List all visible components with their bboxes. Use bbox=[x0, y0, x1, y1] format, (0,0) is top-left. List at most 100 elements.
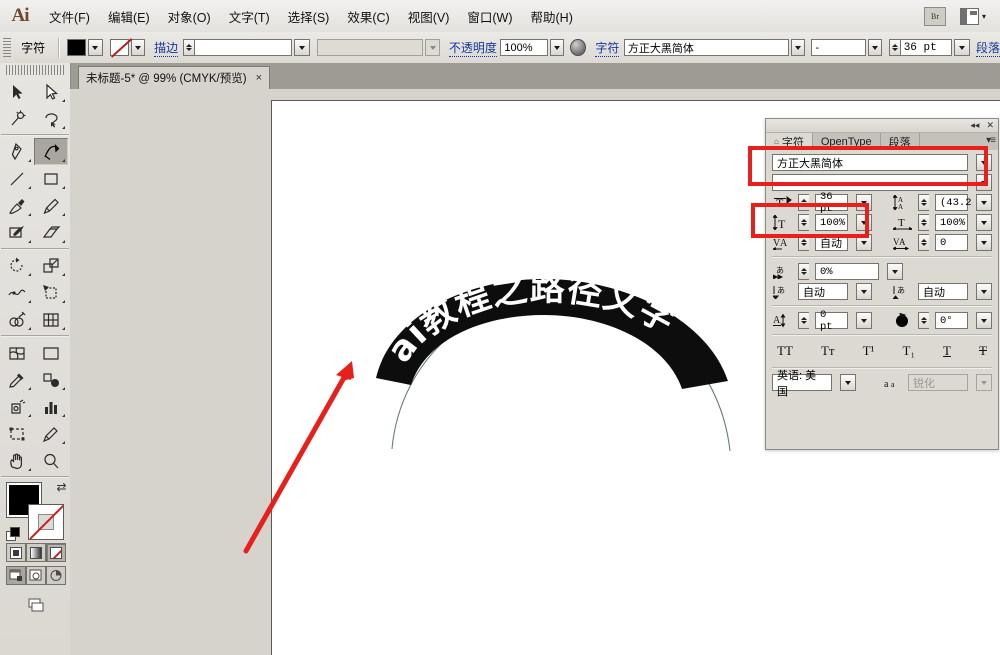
font-family-dropdown-button[interactable] bbox=[790, 39, 806, 56]
panel-menu-icon[interactable]: ▾≡ bbox=[986, 135, 996, 146]
close-icon[interactable]: × bbox=[256, 72, 262, 84]
menu-effect[interactable]: 效果(C) bbox=[338, 4, 398, 29]
width-tool[interactable] bbox=[0, 279, 34, 306]
slice-tool[interactable] bbox=[34, 420, 68, 447]
blend-tool[interactable] bbox=[34, 366, 68, 393]
opacity-input[interactable]: 100% bbox=[500, 39, 548, 56]
all-caps-button[interactable]: TT bbox=[777, 343, 793, 359]
menu-view[interactable]: 视图(V) bbox=[399, 4, 459, 29]
default-fill-stroke-icon[interactable] bbox=[6, 527, 20, 541]
line-segment-tool[interactable] bbox=[0, 165, 34, 192]
panel-font-style-input[interactable]: - bbox=[772, 174, 968, 191]
panel-font-size-input[interactable]: 36 pt bbox=[815, 191, 848, 215]
stroke-weight-dropdown-button[interactable] bbox=[293, 39, 310, 56]
panel-font-size-dropdown-button[interactable] bbox=[856, 194, 872, 211]
tsume-left-dropdown-button[interactable] bbox=[856, 283, 872, 300]
tracking-dropdown-button[interactable] bbox=[976, 234, 992, 251]
baseline-shift-input[interactable]: 0 pt bbox=[815, 309, 848, 333]
opacity-dropdown-button[interactable] bbox=[549, 39, 565, 56]
stroke-color-swatch[interactable] bbox=[28, 504, 64, 540]
lasso-tool[interactable] bbox=[34, 105, 68, 132]
aki-stepper[interactable] bbox=[798, 263, 809, 280]
font-family-input[interactable]: 方正大黑简体 bbox=[623, 39, 789, 56]
leading-input[interactable]: (43.2 bbox=[935, 194, 972, 211]
rotate-tool[interactable] bbox=[0, 252, 34, 279]
free-transform-tool[interactable] bbox=[34, 279, 68, 306]
small-caps-button[interactable]: Tт bbox=[821, 343, 835, 359]
paragraph-label[interactable]: 段落 bbox=[975, 39, 1000, 57]
go-to-bridge-button[interactable]: Br bbox=[923, 6, 946, 26]
aki-input[interactable]: 0% bbox=[815, 263, 879, 280]
tsume-right-input[interactable]: 自动 bbox=[918, 283, 968, 300]
menu-window[interactable]: 窗口(W) bbox=[458, 4, 521, 29]
kerning-stepper[interactable] bbox=[798, 234, 809, 251]
baseline-shift-stepper[interactable] bbox=[798, 312, 809, 329]
swap-fill-stroke-icon[interactable]: ⇄ bbox=[55, 481, 68, 494]
panel-font-style-dropdown-button[interactable] bbox=[976, 174, 992, 191]
pencil-tool[interactable] bbox=[34, 192, 68, 219]
leading-dropdown-button[interactable] bbox=[976, 194, 992, 211]
character-rotation-dropdown-button[interactable] bbox=[976, 312, 992, 329]
panel-font-size-stepper[interactable] bbox=[798, 194, 809, 211]
zoom-tool[interactable] bbox=[34, 447, 68, 474]
vertical-scale-input[interactable]: 100% bbox=[815, 214, 848, 231]
paintbrush-tool[interactable] bbox=[0, 192, 34, 219]
stroke-weight-input[interactable] bbox=[193, 39, 292, 56]
column-graph-tool[interactable] bbox=[34, 306, 68, 333]
blob-brush-tool[interactable] bbox=[0, 219, 34, 246]
opacity-label[interactable]: 不透明度 bbox=[448, 39, 497, 57]
font-style-dropdown-button[interactable] bbox=[867, 39, 883, 56]
font-size-dropdown-button[interactable] bbox=[953, 39, 970, 56]
vertical-scale-dropdown-button[interactable] bbox=[856, 214, 872, 231]
selection-tool[interactable] bbox=[0, 78, 34, 105]
subscript-button[interactable]: T₁ bbox=[903, 343, 915, 359]
document-tab[interactable]: 未标题-5* @ 99% (CMYK/预览) × bbox=[78, 66, 270, 89]
horizontal-scale-dropdown-button[interactable] bbox=[976, 214, 992, 231]
close-icon[interactable]: ✕ bbox=[986, 120, 994, 131]
eraser-tool[interactable] bbox=[34, 219, 68, 246]
normal-screen-mode-button[interactable] bbox=[6, 566, 26, 585]
gradient-button[interactable] bbox=[26, 543, 46, 562]
strikethrough-button[interactable]: T bbox=[979, 343, 987, 359]
collapse-icon[interactable]: ◂◂ bbox=[970, 120, 979, 131]
baseline-shift-dropdown-button[interactable] bbox=[856, 312, 872, 329]
fill-dropdown-button[interactable] bbox=[87, 39, 103, 56]
eyedropper-tool[interactable] bbox=[0, 366, 34, 393]
font-size-stepper[interactable] bbox=[888, 39, 900, 56]
character-rotation-stepper[interactable] bbox=[918, 312, 929, 329]
superscript-button[interactable]: T¹ bbox=[863, 343, 875, 359]
language-dropdown-button[interactable] bbox=[840, 374, 856, 391]
rectangle-tool[interactable] bbox=[34, 165, 68, 192]
change-screen-mode-footer[interactable] bbox=[0, 595, 70, 615]
panel-font-family-input[interactable]: 方正大黑简体 bbox=[772, 154, 968, 171]
horizontal-scale-stepper[interactable] bbox=[918, 214, 929, 231]
control-bar-grip[interactable] bbox=[3, 37, 12, 58]
tab-opentype[interactable]: OpenType bbox=[812, 133, 881, 150]
menu-object[interactable]: 对象(O) bbox=[159, 4, 220, 29]
mesh-tool[interactable] bbox=[0, 339, 34, 366]
anti-alias-dropdown-button[interactable] bbox=[976, 374, 992, 391]
scale-tool[interactable] bbox=[34, 252, 68, 279]
fill-swatch[interactable] bbox=[66, 39, 86, 56]
anti-alias-input[interactable]: 锐化 bbox=[908, 374, 968, 391]
artboard-tool[interactable] bbox=[0, 420, 34, 447]
aki-dropdown-button[interactable] bbox=[887, 263, 903, 280]
language-input[interactable]: 英语: 美国 bbox=[772, 370, 832, 398]
leading-stepper[interactable] bbox=[918, 194, 929, 211]
menu-select[interactable]: 选择(S) bbox=[279, 4, 339, 29]
symbol-sprayer-tool[interactable] bbox=[0, 393, 34, 420]
tsume-left-input[interactable]: 自动 bbox=[798, 283, 848, 300]
horizontal-scale-input[interactable]: 100% bbox=[935, 214, 968, 231]
vertical-scale-stepper[interactable] bbox=[798, 214, 809, 231]
panel-font-family-dropdown-button[interactable] bbox=[976, 154, 992, 171]
stroke-weight-stepper[interactable] bbox=[182, 39, 194, 56]
tracking-input[interactable]: 0 bbox=[935, 234, 968, 251]
tab-paragraph[interactable]: 段落 bbox=[880, 133, 920, 150]
kerning-dropdown-button[interactable] bbox=[856, 234, 872, 251]
type-tool[interactable] bbox=[34, 138, 68, 165]
toolbox-grip[interactable] bbox=[6, 65, 64, 75]
menu-edit[interactable]: 编辑(E) bbox=[99, 4, 159, 29]
color-button[interactable] bbox=[6, 543, 26, 562]
pen-tool[interactable] bbox=[0, 138, 34, 165]
stroke-profile-dropdown-button[interactable] bbox=[425, 39, 440, 56]
